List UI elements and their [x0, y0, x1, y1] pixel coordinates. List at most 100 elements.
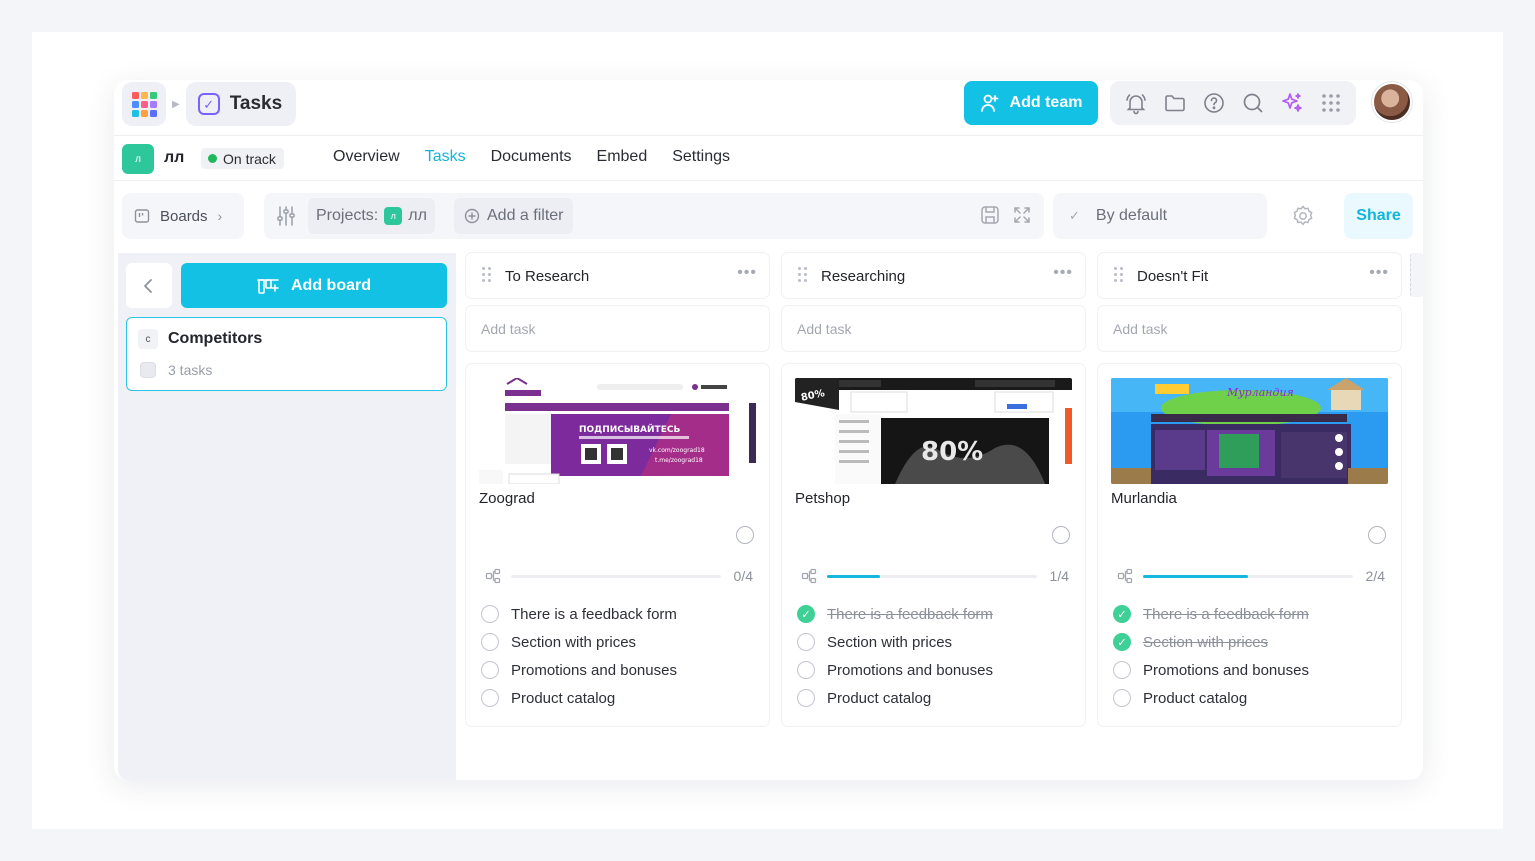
apps-grid-icon — [131, 91, 157, 117]
board-icon — [134, 209, 150, 223]
apps-menu-button[interactable] — [122, 82, 166, 126]
grid-dots-icon[interactable] — [1317, 89, 1345, 117]
collapse-sidebar-button[interactable] — [126, 263, 172, 308]
task-card[interactable]: Мурландия Murlandia 2/4 ✓ There is a feedbac… — [1098, 364, 1401, 726]
checklist-item[interactable]: Promotions and bonuses — [797, 656, 993, 684]
column-title: Doesn't Fit — [1137, 268, 1209, 285]
board-name: Competitors — [168, 330, 263, 347]
checklist-item[interactable]: ✓ Section with prices — [1113, 628, 1309, 656]
app-window: ▶ ✓ Tasks Add team л лл On track Overvie… — [114, 80, 1423, 780]
bell-icon[interactable] — [1122, 89, 1150, 117]
empty-circle-icon[interactable] — [481, 689, 499, 707]
check-icon: ✓ — [1069, 208, 1080, 223]
more-options-icon[interactable]: ••• — [1369, 264, 1389, 282]
task-cover-image: ПОДПИСЫВАЙТЕСЬ vk.com/zoograd18 t.me/zoogr… — [479, 378, 756, 484]
column-header[interactable]: To Research ••• — [466, 253, 769, 298]
projects-filter-value: лл — [408, 207, 427, 224]
settings-gear-button[interactable] — [1284, 193, 1322, 239]
progress-bar — [1143, 575, 1353, 578]
empty-circle-icon[interactable] — [481, 633, 499, 651]
checklist-item-text: Promotions and bonuses — [511, 661, 677, 679]
project-badge[interactable]: л — [122, 144, 154, 174]
tab-tasks[interactable]: Tasks — [425, 148, 466, 166]
save-icon[interactable] — [980, 205, 1000, 230]
checklist-item[interactable]: Promotions and bonuses — [1113, 656, 1309, 684]
empty-circle-icon[interactable] — [481, 661, 499, 679]
add-filter-label: Add a filter — [487, 207, 564, 224]
add-board-label: Add board — [291, 276, 371, 294]
subtasks-icon — [801, 568, 817, 589]
check-circle-icon[interactable]: ✓ — [1113, 633, 1131, 651]
folder-icon[interactable] — [1161, 89, 1189, 117]
check-circle-icon[interactable]: ✓ — [1113, 605, 1131, 623]
column-header[interactable]: Researching ••• — [782, 253, 1085, 298]
filter-box: Projects: л лл Add a filter — [264, 193, 1044, 239]
checklist: ✓ There is a feedback form Section with pr… — [797, 600, 993, 712]
check-circle-icon[interactable]: ✓ — [797, 605, 815, 623]
checklist-item[interactable]: Promotions and bonuses — [481, 656, 677, 684]
help-icon[interactable] — [1200, 89, 1228, 117]
projects-filter-chip[interactable]: Projects: л лл — [308, 198, 435, 234]
checklist-item[interactable]: There is a feedback form — [481, 600, 677, 628]
user-avatar[interactable] — [1372, 82, 1412, 122]
project-name[interactable]: лл — [164, 149, 184, 167]
empty-circle-icon[interactable] — [1113, 689, 1131, 707]
sparkle-icon[interactable] — [1278, 89, 1306, 117]
empty-circle-icon[interactable] — [481, 605, 499, 623]
complete-task-icon[interactable] — [1368, 526, 1386, 544]
checklist-item[interactable]: ✓ There is a feedback form — [1113, 600, 1309, 628]
chevron-right-icon: ▶ — [172, 98, 180, 110]
empty-circle-icon[interactable] — [797, 689, 815, 707]
tab-documents[interactable]: Documents — [491, 148, 572, 166]
drag-handle-icon[interactable] — [798, 267, 807, 282]
task-card[interactable]: ПОДПИСЫВАЙТЕСЬ vk.com/zoograd18 t.me/zoogr… — [466, 364, 769, 726]
checklist-item[interactable]: Product catalog — [1113, 684, 1309, 712]
add-task-input[interactable]: Add task — [782, 306, 1085, 351]
apps-grid-dot — [131, 109, 139, 117]
empty-circle-icon[interactable] — [797, 661, 815, 679]
add-filter-button[interactable]: Add a filter — [454, 198, 574, 234]
drag-handle-icon[interactable] — [1114, 267, 1123, 282]
boards-label: Boards — [160, 207, 208, 225]
column-title: Researching — [821, 268, 906, 285]
checklist-item[interactable]: Product catalog — [797, 684, 993, 712]
checklist-item[interactable]: Product catalog — [481, 684, 677, 712]
boards-toggle-button[interactable]: Boards › — [122, 193, 244, 239]
empty-circle-icon[interactable] — [1113, 661, 1131, 679]
add-board-button[interactable]: Add board — [181, 263, 447, 308]
chevron-left-icon — [144, 278, 152, 293]
progress-fill — [827, 575, 880, 578]
empty-circle-icon[interactable] — [797, 633, 815, 651]
tab-settings[interactable]: Settings — [672, 148, 730, 166]
more-options-icon[interactable]: ••• — [737, 264, 757, 282]
drag-handle-icon[interactable] — [482, 267, 491, 282]
complete-task-icon[interactable] — [736, 526, 754, 544]
tab-embed[interactable]: Embed — [597, 148, 648, 166]
tab-overview[interactable]: Overview — [333, 148, 400, 166]
apps-grid-dot — [140, 100, 148, 108]
add-team-label: Add team — [1009, 94, 1083, 111]
sort-select[interactable]: ✓ By default — [1053, 193, 1267, 239]
share-button[interactable]: Share — [1344, 193, 1413, 239]
project-bar: л лл On track Overview Tasks Documents Embe… — [114, 136, 1423, 181]
more-options-icon[interactable]: ••• — [1053, 264, 1073, 282]
checklist-item-text: Product catalog — [1143, 689, 1248, 707]
board-item-competitors[interactable]: c Competitors 3 tasks — [126, 317, 447, 391]
add-team-button[interactable]: Add team — [964, 81, 1098, 125]
task-card[interactable]: 80% 80% Petshop 1/4 ✓ There is a feedback for… — [782, 364, 1085, 726]
column-header[interactable]: Doesn't Fit ••• — [1098, 253, 1401, 298]
checklist-item[interactable]: Section with prices — [797, 628, 993, 656]
status-badge[interactable]: On track — [201, 148, 284, 169]
search-icon[interactable] — [1239, 89, 1267, 117]
next-column-edge[interactable] — [1410, 253, 1423, 297]
tasks-app-button[interactable]: ✓ Tasks — [185, 82, 297, 126]
expand-icon[interactable] — [1012, 205, 1032, 230]
checklist-item-text: There is a feedback form — [511, 605, 677, 623]
sliders-icon[interactable] — [276, 205, 296, 232]
checklist-item[interactable]: ✓ There is a feedback form — [797, 600, 993, 628]
add-task-input[interactable]: Add task — [466, 306, 769, 351]
add-task-input[interactable]: Add task — [1098, 306, 1401, 351]
complete-task-icon[interactable] — [1052, 526, 1070, 544]
progress-fill — [1143, 575, 1248, 578]
checklist-item[interactable]: Section with prices — [481, 628, 677, 656]
